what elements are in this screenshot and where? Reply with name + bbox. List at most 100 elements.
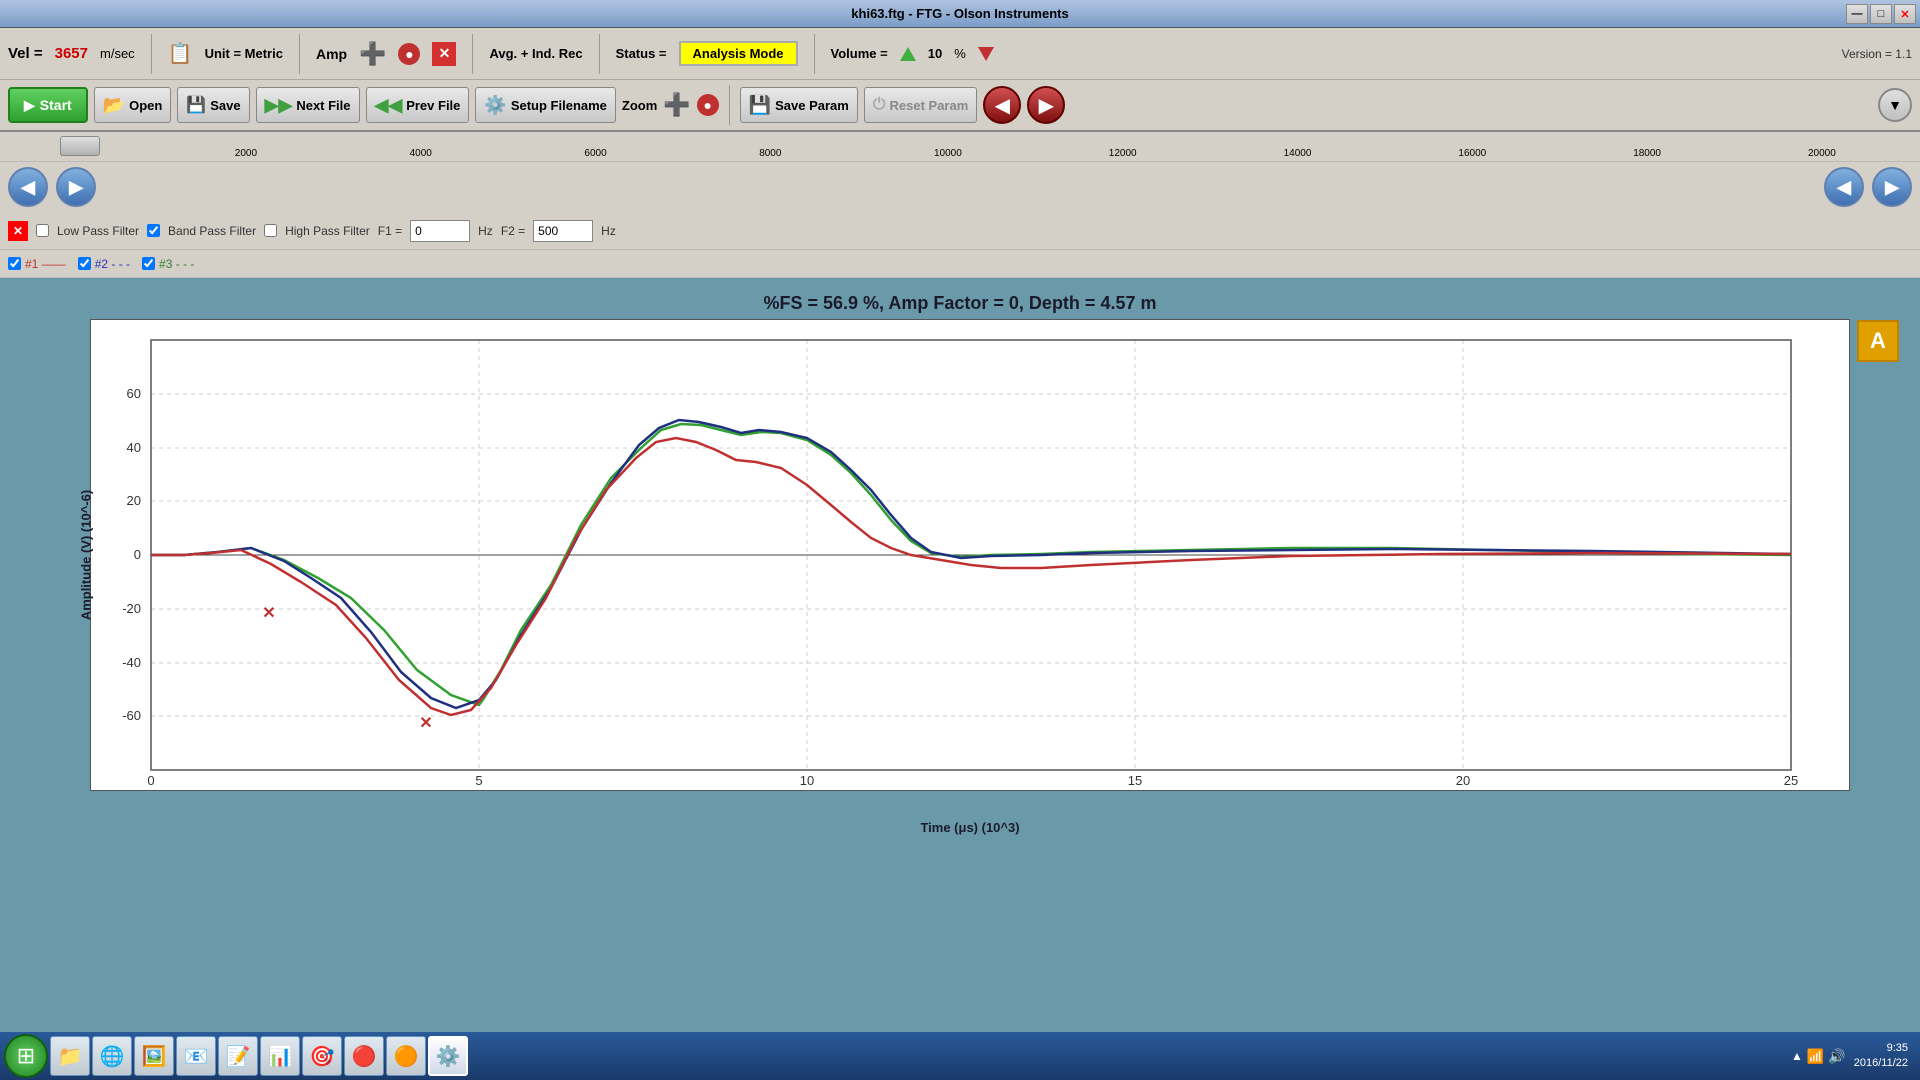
low-pass-checkbox[interactable] (36, 224, 49, 237)
ruler-tick-18000: 18000 (1633, 148, 1661, 159)
window-controls: — □ ✕ (1846, 4, 1916, 24)
taskbar-icon-browser[interactable]: 🌐 (92, 1036, 132, 1076)
open-icon: 📂 (103, 95, 125, 116)
main-content: Vel = 3657 m/sec 📋 Unit = Metric Amp ➕ ●… (0, 28, 1920, 1032)
f2-input[interactable] (533, 220, 593, 242)
separator6 (729, 85, 730, 125)
taskbar-icon-files[interactable]: 📁 (50, 1036, 90, 1076)
band-pass-checkbox[interactable] (147, 224, 160, 237)
nav-right-pair: ◀ ▶ (1824, 167, 1912, 207)
ruler-tick-2000: 2000 (235, 148, 257, 159)
status-badge: Analysis Mode (679, 41, 798, 66)
windows-start-button[interactable]: ⊞ (4, 1034, 48, 1078)
nav-right-button[interactable]: ▶ (1027, 86, 1065, 124)
tray-arrow[interactable]: ▲ (1791, 1049, 1803, 1063)
taskbar-right: ▲ 📶 🔊 9:35 2016/11/22 (1791, 1041, 1916, 1072)
separator2 (299, 34, 300, 74)
ruler-tick-16000: 16000 (1458, 148, 1486, 159)
chart-title: %FS = 56.9 %, Amp Factor = 0, Depth = 4.… (10, 283, 1910, 319)
channel2-legend: #2 - - - (78, 257, 130, 271)
prev-file-label: Prev File (406, 98, 460, 113)
f2-unit: Hz (601, 224, 616, 238)
svg-text:10: 10 (800, 773, 814, 788)
amp-x-button[interactable]: ✕ (432, 42, 456, 66)
channel2-label: #2 - - - (95, 257, 130, 271)
chart-container: %FS = 56.9 %, Amp Factor = 0, Depth = 4.… (0, 278, 1920, 1032)
reset-param-label: Reset Param (890, 98, 969, 113)
next-file-button[interactable]: ▶▶ Next File (256, 87, 360, 123)
volume-up-button[interactable] (900, 47, 916, 61)
clock-time: 9:35 (1854, 1041, 1908, 1056)
filter-close-button[interactable]: ✕ (8, 221, 28, 241)
separator3 (472, 34, 473, 74)
separator5 (814, 34, 815, 74)
taskbar-icon-app1[interactable]: 🎯 (302, 1036, 342, 1076)
svg-text:25: 25 (1784, 773, 1798, 788)
filter-right-button[interactable]: ▼ (1878, 88, 1912, 122)
nav-arrow-right-button[interactable]: ▶ (56, 167, 96, 207)
close-button[interactable]: ✕ (1894, 4, 1916, 24)
tray-icon2: 🔊 (1828, 1048, 1845, 1065)
channel3-checkbox[interactable] (142, 257, 155, 270)
svg-text:✕: ✕ (262, 605, 275, 622)
nav-arrow-far-right-button[interactable]: ▶ (1872, 167, 1912, 207)
taskbar-icon-office[interactable]: 🟠 (386, 1036, 426, 1076)
unit-label: Unit = Metric (205, 46, 283, 61)
version-text: Version = 1.1 (1842, 47, 1912, 61)
save-param-button[interactable]: 💾 Save Param (740, 87, 858, 123)
separator (151, 34, 152, 74)
vel-label: Vel = (8, 45, 43, 62)
volume-down-button[interactable] (978, 47, 994, 61)
status-label: Status = (616, 46, 667, 61)
zoom-plus-icon[interactable]: ➕ (663, 92, 690, 118)
zoom-minus-button[interactable]: ● (697, 94, 719, 116)
channel2-checkbox[interactable] (78, 257, 91, 270)
volume-pct: % (954, 46, 966, 61)
setup-label: Setup Filename (511, 98, 607, 113)
open-button[interactable]: 📂 Open (94, 87, 172, 123)
band-pass-label: Band Pass Filter (168, 224, 256, 238)
nav-arrow-far-left-button[interactable]: ◀ (1824, 167, 1864, 207)
low-pass-label: Low Pass Filter (57, 224, 139, 238)
system-tray: ▲ 📶 🔊 (1791, 1048, 1846, 1065)
ruler-thumb[interactable] (60, 136, 100, 156)
chart-area: %FS = 56.9 %, Amp Factor = 0, Depth = 4.… (10, 283, 1910, 1022)
setup-filename-button[interactable]: ⚙️ Setup Filename (475, 87, 616, 123)
reset-param-button[interactable]: ⏻ Reset Param (864, 87, 977, 123)
tray-icon1: 📶 (1807, 1048, 1824, 1065)
system-clock[interactable]: 9:35 2016/11/22 (1854, 1041, 1908, 1072)
amp-plus-icon[interactable]: ➕ (359, 43, 386, 65)
taskbar-icon-active[interactable]: ⚙️ (428, 1036, 468, 1076)
save-button[interactable]: 💾 Save (177, 87, 249, 123)
svg-text:-20: -20 (122, 601, 141, 616)
high-pass-checkbox[interactable] (264, 224, 277, 237)
channel3-legend: #3 - - - (142, 257, 194, 271)
maximize-button[interactable]: □ (1870, 4, 1892, 24)
minimize-button[interactable]: — (1846, 4, 1868, 24)
ruler-tick-8000: 8000 (759, 148, 781, 159)
start-button[interactable]: ▶ Start (8, 87, 88, 123)
taskbar-icon-app2[interactable]: 🔴 (344, 1036, 384, 1076)
volume-label: Volume = (831, 46, 888, 61)
svg-text:-40: -40 (122, 655, 141, 670)
taskbar-icon-word[interactable]: 📝 (218, 1036, 258, 1076)
f1-input[interactable] (410, 220, 470, 242)
channel1-checkbox[interactable] (8, 257, 21, 270)
amp-minus-button[interactable]: ● (398, 43, 420, 65)
taskbar-icon-outlook[interactable]: 📧 (176, 1036, 216, 1076)
prev-file-icon: ◀◀ (375, 95, 403, 116)
amp-label: Amp (316, 46, 347, 62)
svg-text:0: 0 (147, 773, 154, 788)
taskbar-icon-excel[interactable]: 📊 (260, 1036, 300, 1076)
save-icon: 💾 (186, 95, 206, 115)
x-axis-label: Time (μs) (10^3) (920, 820, 1019, 835)
a-button[interactable]: A (1857, 320, 1899, 362)
nav-arrow-left-button[interactable]: ◀ (8, 167, 48, 207)
ruler-tick-4000: 4000 (410, 148, 432, 159)
prev-file-button[interactable]: ◀◀ Prev File (366, 87, 470, 123)
taskbar-icon-gallery[interactable]: 🖼️ (134, 1036, 174, 1076)
play-icon: ▶ (24, 97, 35, 114)
nav-left-button[interactable]: ◀ (983, 86, 1021, 124)
avg-label: Avg. + Ind. Rec (489, 46, 582, 61)
next-file-icon: ▶▶ (265, 95, 293, 116)
